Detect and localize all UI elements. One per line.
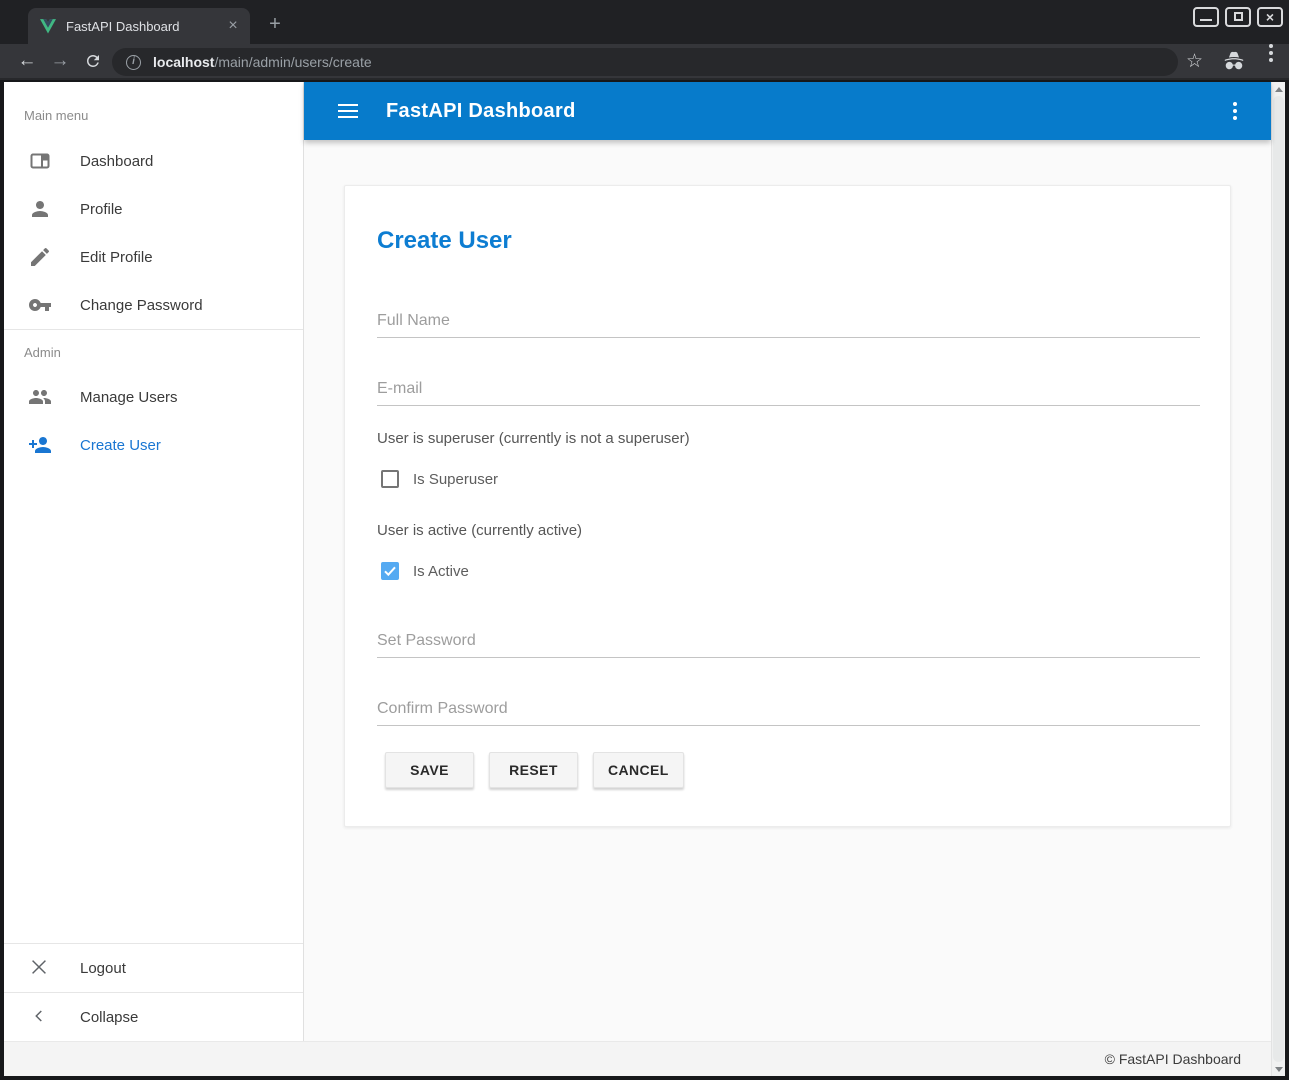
active-hint: User is active (currently active)	[377, 522, 582, 539]
dot	[1269, 44, 1273, 48]
browser-menu-button[interactable]	[1269, 44, 1273, 78]
checkbox-label: Is Active	[413, 563, 469, 580]
key-icon	[28, 293, 52, 317]
is-superuser-checkbox-row[interactable]: Is Superuser	[381, 470, 498, 488]
minimize-icon	[1200, 19, 1212, 21]
reset-button[interactable]: RESET	[489, 752, 578, 788]
checkbox-label: Is Superuser	[413, 471, 498, 488]
app-overflow-menu-button[interactable]	[1223, 99, 1247, 123]
full-name-input[interactable]	[377, 304, 1200, 338]
sidebar-item-manage-users[interactable]: Manage Users	[4, 373, 303, 421]
confirm-password-field-wrap	[377, 692, 1200, 726]
copyright-text: © FastAPI Dashboard	[1105, 1051, 1241, 1067]
checkbox-checked-icon[interactable]	[381, 562, 399, 580]
hamburger-menu-button[interactable]	[338, 104, 358, 118]
maximize-icon	[1234, 12, 1243, 21]
main-content: Create User User is superuser (currently…	[304, 140, 1271, 1041]
create-user-card: Create User User is superuser (currently…	[344, 185, 1231, 827]
app-bar: FastAPI Dashboard	[304, 82, 1271, 140]
sidebar-item-create-user[interactable]: Create User	[4, 421, 303, 469]
email-field-wrap	[377, 372, 1200, 406]
sidebar-item-edit-profile[interactable]: Edit Profile	[4, 233, 303, 281]
back-button[interactable]: ←	[12, 44, 42, 78]
scrollbar-up-arrow[interactable]	[1272, 82, 1285, 96]
url-host: localhost	[153, 54, 214, 70]
checkbox-unchecked-icon[interactable]	[381, 470, 399, 488]
sidebar-item-label: Create User	[80, 437, 161, 454]
dashboard-icon	[28, 149, 52, 173]
close-icon: ×	[1259, 9, 1281, 25]
dot	[1269, 51, 1273, 55]
sidebar-item-change-password[interactable]: Change Password	[4, 281, 303, 329]
chevron-left-icon	[28, 1005, 52, 1029]
sidebar: Main menu Dashboard Profile Edit Profile	[4, 82, 304, 1041]
incognito-icon	[1223, 50, 1245, 72]
bookmark-star-button[interactable]: ☆	[1186, 44, 1203, 78]
browser-toolbar: ← → i localhost/main/admin/users/create …	[0, 44, 1289, 80]
page-footer: © FastAPI Dashboard	[4, 1041, 1271, 1076]
tab-title: FastAPI Dashboard	[66, 19, 224, 34]
pencil-icon	[28, 245, 52, 269]
window-controls: ×	[1193, 7, 1283, 27]
incognito-button[interactable]	[1223, 44, 1245, 78]
sidebar-item-label: Change Password	[80, 297, 203, 314]
browser-tab-bar: FastAPI Dashboard × + ×	[0, 0, 1289, 44]
sidebar-item-label: Manage Users	[80, 389, 178, 406]
page: Main menu Dashboard Profile Edit Profile	[4, 82, 1285, 1076]
confirm-password-input[interactable]	[377, 692, 1200, 726]
set-password-field-wrap	[377, 624, 1200, 658]
superuser-hint: User is superuser (currently is not a su…	[377, 430, 690, 447]
sidebar-item-label: Logout	[80, 960, 126, 977]
sidebar-item-label: Dashboard	[80, 153, 153, 170]
sidebar-section-main-menu: Main menu	[4, 82, 303, 137]
sidebar-item-logout[interactable]: Logout	[4, 944, 303, 992]
reload-button[interactable]	[78, 44, 108, 78]
forward-button[interactable]: →	[45, 44, 75, 78]
url-path: /main/admin/users/create	[214, 54, 371, 70]
sidebar-spacer	[4, 469, 303, 943]
sidebar-section-admin: Admin	[4, 330, 303, 373]
set-password-input[interactable]	[377, 624, 1200, 658]
address-bar[interactable]: i localhost/main/admin/users/create	[112, 48, 1178, 76]
form-actions: SAVE RESET CANCEL	[385, 752, 684, 788]
site-info-icon[interactable]: i	[126, 55, 141, 70]
sidebar-item-label: Edit Profile	[80, 249, 153, 266]
new-tab-button[interactable]: +	[262, 12, 288, 38]
is-active-checkbox-row[interactable]: Is Active	[381, 562, 469, 580]
sidebar-item-profile[interactable]: Profile	[4, 185, 303, 233]
full-name-field-wrap	[377, 304, 1200, 338]
sidebar-item-dashboard[interactable]: Dashboard	[4, 137, 303, 185]
browser-tab[interactable]: FastAPI Dashboard ×	[28, 8, 250, 44]
page-title: Create User	[377, 227, 512, 255]
scrollbar-down-arrow[interactable]	[1272, 1062, 1285, 1076]
close-icon	[28, 956, 52, 980]
app-title: FastAPI Dashboard	[386, 100, 576, 123]
minimize-button[interactable]	[1193, 7, 1219, 27]
sidebar-item-label: Collapse	[80, 1009, 138, 1026]
people-icon	[28, 385, 52, 409]
sidebar-item-label: Profile	[80, 201, 123, 218]
tab-close-icon[interactable]: ×	[224, 17, 242, 35]
dot	[1269, 58, 1273, 62]
reload-icon	[84, 52, 102, 70]
close-window-button[interactable]: ×	[1257, 7, 1283, 27]
vertical-scrollbar[interactable]	[1271, 82, 1285, 1076]
person-icon	[28, 197, 52, 221]
maximize-button[interactable]	[1225, 7, 1251, 27]
save-button[interactable]: SAVE	[385, 752, 474, 788]
scrollbar-thumb[interactable]	[1273, 96, 1284, 1062]
url-text: localhost/main/admin/users/create	[153, 54, 372, 70]
cancel-button[interactable]: CANCEL	[593, 752, 684, 788]
person-add-icon	[28, 433, 52, 457]
sidebar-item-collapse[interactable]: Collapse	[4, 993, 303, 1041]
email-input[interactable]	[377, 372, 1200, 406]
vue-logo-icon	[40, 19, 56, 34]
